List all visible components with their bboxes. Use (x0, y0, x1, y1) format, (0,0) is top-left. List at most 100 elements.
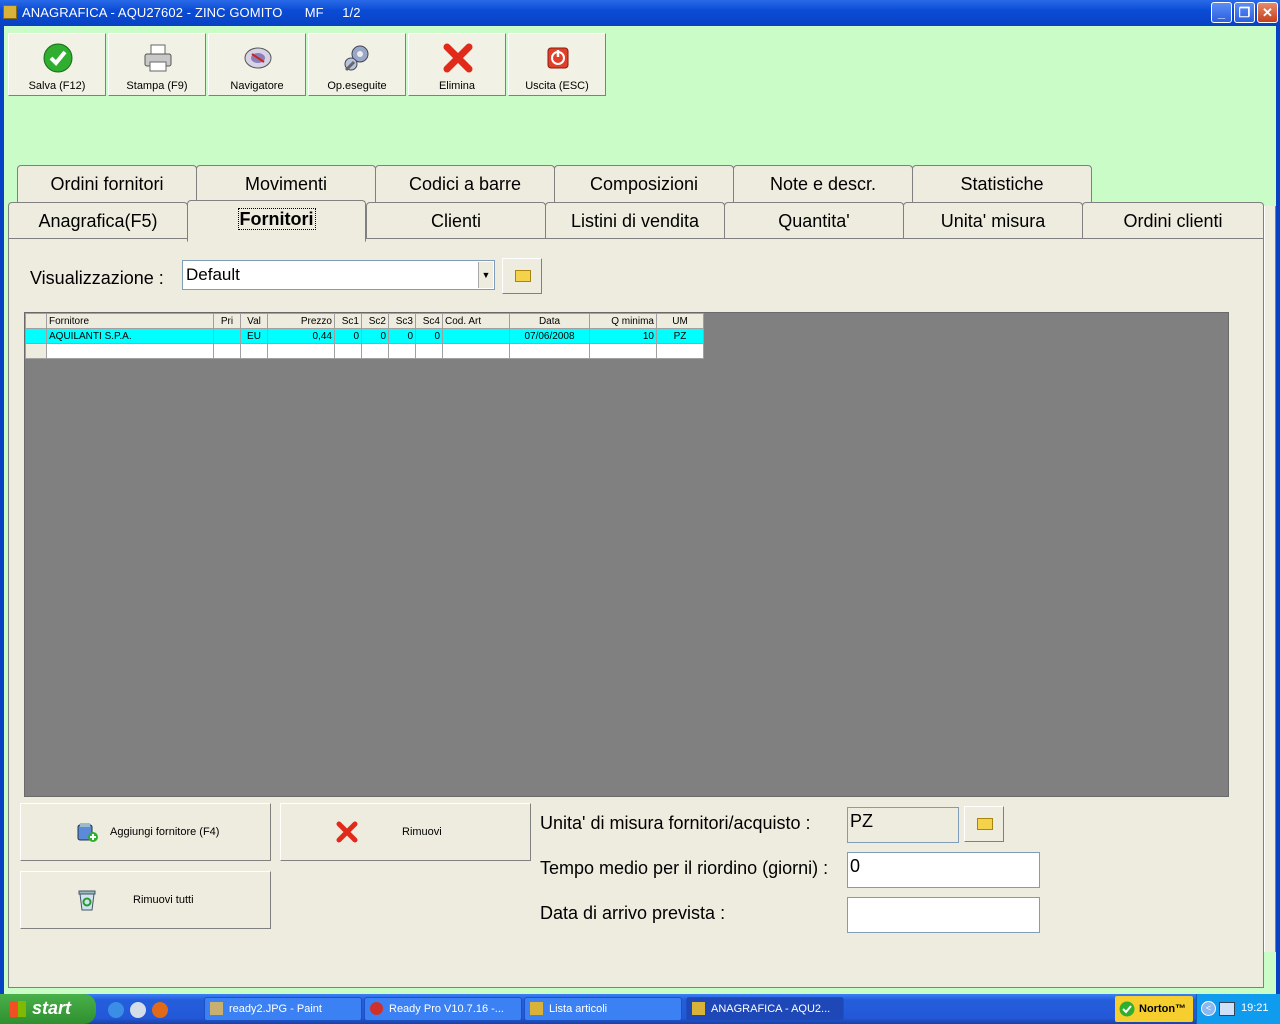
tab-codici-a-barre[interactable]: Codici a barre (375, 165, 555, 203)
column-header[interactable]: Pri (213, 313, 241, 329)
reorder-field[interactable]: 0 (847, 852, 1040, 888)
table-cell[interactable]: 0,44 (267, 328, 335, 344)
close-button[interactable]: ✕ (1257, 2, 1278, 23)
table-cell[interactable]: 0 (334, 328, 362, 344)
table-cell[interactable] (267, 343, 335, 359)
table-cell[interactable] (334, 343, 362, 359)
norton-button[interactable]: Norton™ (1115, 996, 1193, 1022)
column-header[interactable]: Fornitore (46, 313, 214, 329)
task-anagrafica[interactable]: ANAGRAFICA - AQU2... (686, 997, 844, 1021)
table-cell[interactable] (46, 343, 214, 359)
tab-anagrafica[interactable]: Anagrafica(F5) (8, 202, 188, 240)
unit-field[interactable]: PZ (847, 807, 959, 843)
table-cell[interactable] (589, 343, 657, 359)
column-header[interactable]: Data (509, 313, 590, 329)
table-cell[interactable]: 0 (415, 328, 443, 344)
table-cell[interactable] (656, 343, 704, 359)
table-cell[interactable]: 0 (361, 328, 389, 344)
view-select[interactable]: Default ▼ (182, 260, 495, 290)
save-button[interactable]: Salva (F12) (8, 33, 106, 96)
tab-composizioni[interactable]: Composizioni (554, 165, 734, 203)
tab-statistiche[interactable]: Statistiche (912, 165, 1092, 203)
column-header[interactable]: Q minima (589, 313, 657, 329)
table-row[interactable]: AQUILANTI S.P.A. EU 0,44 0 0 0 0 07/06/2… (25, 328, 704, 344)
table-row[interactable] (25, 343, 704, 359)
task-ready-pro[interactable]: Ready Pro V10.7.16 -... (364, 997, 522, 1021)
restore-button[interactable]: ❐ (1234, 2, 1255, 23)
tab-clienti[interactable]: Clienti (366, 202, 546, 240)
print-label: Stampa (F9) (126, 80, 188, 92)
task-paint[interactable]: ready2.JPG - Paint (204, 997, 362, 1021)
table-cell[interactable]: 07/06/2008 (509, 328, 590, 344)
column-header[interactable]: Cod. Art (442, 313, 510, 329)
unit-folder-button[interactable] (964, 806, 1004, 842)
chevron-down-icon[interactable]: ▼ (478, 262, 493, 288)
tab-quantita[interactable]: Quantita' (724, 202, 904, 240)
table-cell[interactable] (388, 343, 416, 359)
suppliers-grid[interactable]: Fornitore Pri Val Prezzo Sc1 Sc2 Sc3 Sc4… (24, 312, 1229, 797)
table-cell[interactable] (213, 328, 241, 344)
remove-all-label: Rimuovi tutti (133, 894, 194, 906)
add-supplier-label: Aggiungi fornitore (F4) (110, 826, 220, 838)
tab-label: Unita' misura (940, 211, 1046, 231)
add-supplier-button[interactable]: Aggiungi fornitore (F4) (20, 803, 271, 861)
table-cell[interactable]: EU (240, 328, 268, 344)
arrival-label: Data di arrivo prevista : (540, 903, 726, 923)
table-cell[interactable]: AQUILANTI S.P.A. (46, 328, 214, 344)
task-lista-articoli[interactable]: Lista articoli (524, 997, 682, 1021)
task-label: Lista articoli (549, 1003, 608, 1015)
tray-expand-icon[interactable]: < (1201, 1001, 1216, 1016)
start-label: start (32, 998, 72, 1018)
table-cell[interactable] (361, 343, 389, 359)
minimize-button[interactable]: _ (1211, 2, 1232, 23)
table-cell[interactable] (240, 343, 268, 359)
tab-listini-di-vendita[interactable]: Listini di vendita (545, 202, 725, 240)
tab-label: Quantita' (778, 211, 850, 231)
column-header[interactable]: Sc4 (415, 313, 443, 329)
table-cell[interactable] (213, 343, 241, 359)
delete-button[interactable]: Elimina (408, 33, 506, 96)
suppliers-table: Fornitore Pri Val Prezzo Sc1 Sc2 Sc3 Sc4… (25, 313, 704, 359)
printer-icon (144, 44, 172, 72)
firefox-icon[interactable] (152, 1002, 168, 1018)
exit-button[interactable]: Uscita (ESC) (508, 33, 606, 96)
start-button[interactable]: start (0, 994, 96, 1024)
norton-check-icon (1119, 1001, 1135, 1017)
tab-ordini-clienti[interactable]: Ordini clienti (1082, 202, 1264, 240)
desktop-icon[interactable] (130, 1002, 146, 1018)
row-indicator (25, 313, 47, 329)
window-title: ANAGRAFICA - AQU27602 - ZINC GOMITO MF 1… (22, 5, 361, 20)
tab-fornitori[interactable]: Fornitori (187, 200, 366, 242)
row-indicator (25, 328, 47, 344)
table-cell[interactable] (442, 328, 510, 344)
arrival-date-field[interactable] (847, 897, 1040, 933)
check-icon (43, 43, 73, 73)
tab-movimenti[interactable]: Movimenti (196, 165, 376, 203)
print-button[interactable]: Stampa (F9) (108, 33, 206, 96)
table-cell[interactable]: PZ (656, 328, 704, 344)
table-cell[interactable] (442, 343, 510, 359)
table-cell[interactable]: 0 (388, 328, 416, 344)
column-header[interactable]: UM (656, 313, 704, 329)
window-frame-right (1276, 26, 1280, 994)
operations-button[interactable]: Op.eseguite (308, 33, 406, 96)
column-header[interactable]: Sc1 (334, 313, 362, 329)
remove-all-button[interactable]: Rimuovi tutti (20, 871, 271, 929)
tab-unita-misura[interactable]: Unita' misura (903, 202, 1083, 240)
ie-icon[interactable] (108, 1002, 124, 1018)
tab-ordini-fornitori[interactable]: Ordini fornitori (17, 165, 197, 203)
view-folder-button[interactable] (502, 258, 542, 294)
column-header[interactable]: Prezzo (267, 313, 335, 329)
table-cell[interactable] (509, 343, 590, 359)
norton-label: Norton™ (1139, 1003, 1187, 1015)
tab-note-e-descr[interactable]: Note e descr. (733, 165, 913, 203)
table-cell[interactable]: 10 (589, 328, 657, 344)
column-header[interactable]: Val (240, 313, 268, 329)
network-icon[interactable] (1219, 1002, 1235, 1016)
remove-button[interactable]: Rimuovi (280, 803, 531, 861)
folder-icon (977, 818, 993, 830)
table-cell[interactable] (415, 343, 443, 359)
column-header[interactable]: Sc3 (388, 313, 416, 329)
column-header[interactable]: Sc2 (361, 313, 389, 329)
navigator-button[interactable]: Navigatore (208, 33, 306, 96)
